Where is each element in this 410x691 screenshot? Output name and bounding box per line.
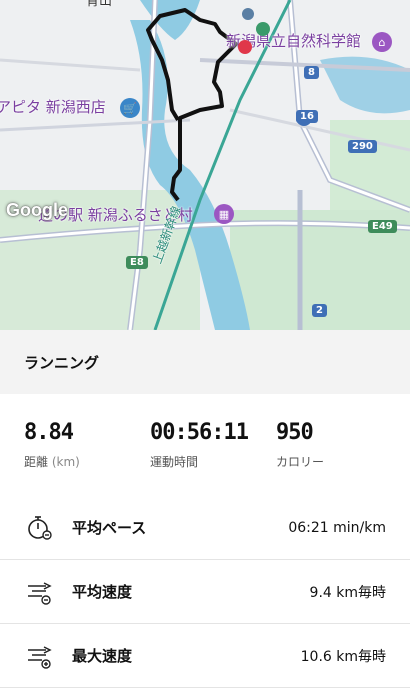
stopwatch-icon — [28, 515, 52, 540]
activity-title: ランニング — [24, 353, 100, 372]
stat-calories: 950 カロリー — [276, 420, 324, 470]
route-shield-290: 290 — [348, 140, 377, 153]
row-average-pace-label: 平均ペース — [72, 519, 147, 537]
stat-distance-label-text: 距離 — [24, 455, 49, 469]
row-max-speed-value: 10.6 km毎時 — [300, 648, 386, 665]
route-shield-16: 16 — [296, 110, 318, 123]
museum-icon[interactable]: ⌂ — [372, 32, 392, 52]
stat-duration-value: 00:56:11 — [150, 420, 249, 445]
stat-calories-value: 950 — [276, 420, 314, 445]
stat-distance-value: 8.84 — [24, 420, 74, 445]
row-average-speed-value: 9.4 km毎時 — [309, 584, 386, 601]
row-max-speed: 最大速度 10.6 km毎時 — [0, 624, 410, 688]
route-map[interactable]: アピタ 新潟西店 🛒 新潟県立自然科学館 ⌂ 道の駅 新潟ふるさと村 ▦ 上越新… — [0, 0, 410, 330]
stat-calories-label: カロリー — [276, 455, 325, 469]
map-label-store[interactable]: アピタ 新潟西店 — [0, 96, 106, 117]
speed-max-icon — [28, 645, 52, 669]
route-shield-2: 2 — [312, 304, 327, 317]
route-shield-8: 8 — [304, 66, 319, 79]
shopping-cart-icon[interactable]: 🛒 — [120, 98, 140, 118]
route-shield-e49: E49 — [368, 220, 397, 233]
row-average-speed-label: 平均速度 — [72, 583, 133, 601]
end-marker-icon — [238, 40, 252, 54]
route-shield-e8: E8 — [126, 256, 148, 269]
roadside-station-icon[interactable]: ▦ — [214, 204, 234, 224]
row-average-pace: 平均ペース 06:21 min/km — [0, 496, 410, 560]
row-average-pace-value: 06:21 min/km — [288, 519, 386, 536]
stat-distance-unit: (km) — [51, 455, 80, 469]
row-max-speed-label: 最大速度 — [72, 647, 133, 665]
map-label-top-partial: 青山 — [86, 0, 113, 9]
speed-average-icon — [28, 581, 52, 605]
google-watermark: Google — [6, 200, 68, 220]
activity-header: ランニング — [0, 330, 410, 394]
stat-duration-label: 運動時間 — [150, 455, 199, 469]
stats-summary: 8.84 距離 (km) 00:56:11 運動時間 950 カロリー — [0, 420, 410, 480]
stat-distance-label: 距離 (km) — [24, 453, 80, 470]
stat-duration: 00:56:11 運動時間 — [150, 420, 249, 470]
stat-distance: 8.84 距離 (km) — [24, 420, 80, 470]
row-average-speed: 平均速度 9.4 km毎時 — [0, 560, 410, 624]
waypoint-marker-icon — [242, 8, 254, 20]
start-marker-icon — [256, 22, 270, 36]
